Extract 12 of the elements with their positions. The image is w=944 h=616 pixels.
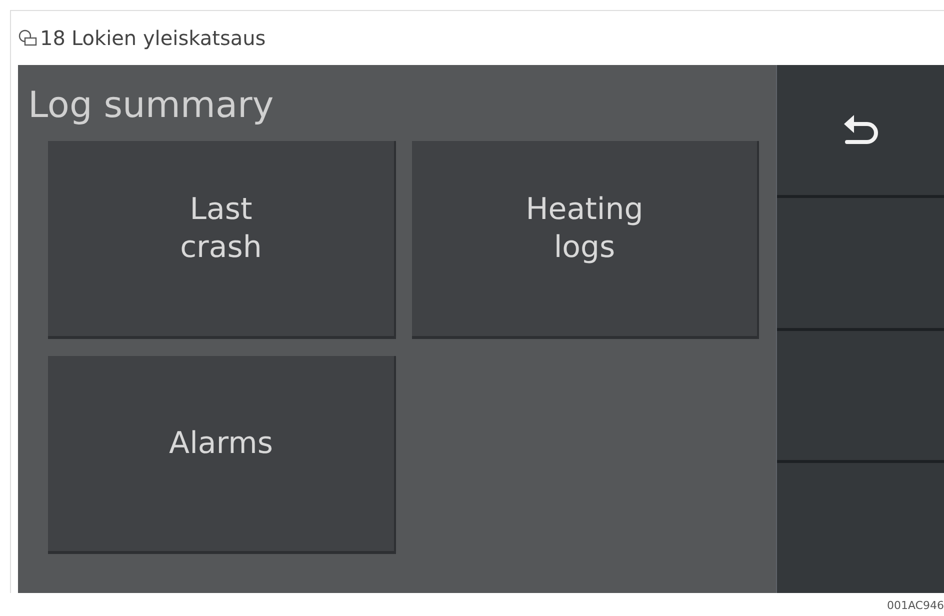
- screen-title: Log summary: [28, 84, 275, 128]
- figure-number: 18: [40, 26, 66, 50]
- side-button[interactable]: [777, 198, 944, 328]
- menu-tile[interactable]: Last crash: [48, 141, 396, 339]
- figure-caption: Lokien yleiskatsaus: [71, 26, 266, 50]
- figure-code: 001AC946: [886, 599, 944, 612]
- menu-tile[interactable]: Alarms: [48, 356, 396, 554]
- side-button[interactable]: [777, 330, 944, 460]
- side-button[interactable]: [777, 463, 944, 593]
- menu-tile[interactable]: Heating logs: [412, 141, 759, 339]
- back-button[interactable]: [777, 65, 944, 195]
- figure-icon: [18, 29, 38, 47]
